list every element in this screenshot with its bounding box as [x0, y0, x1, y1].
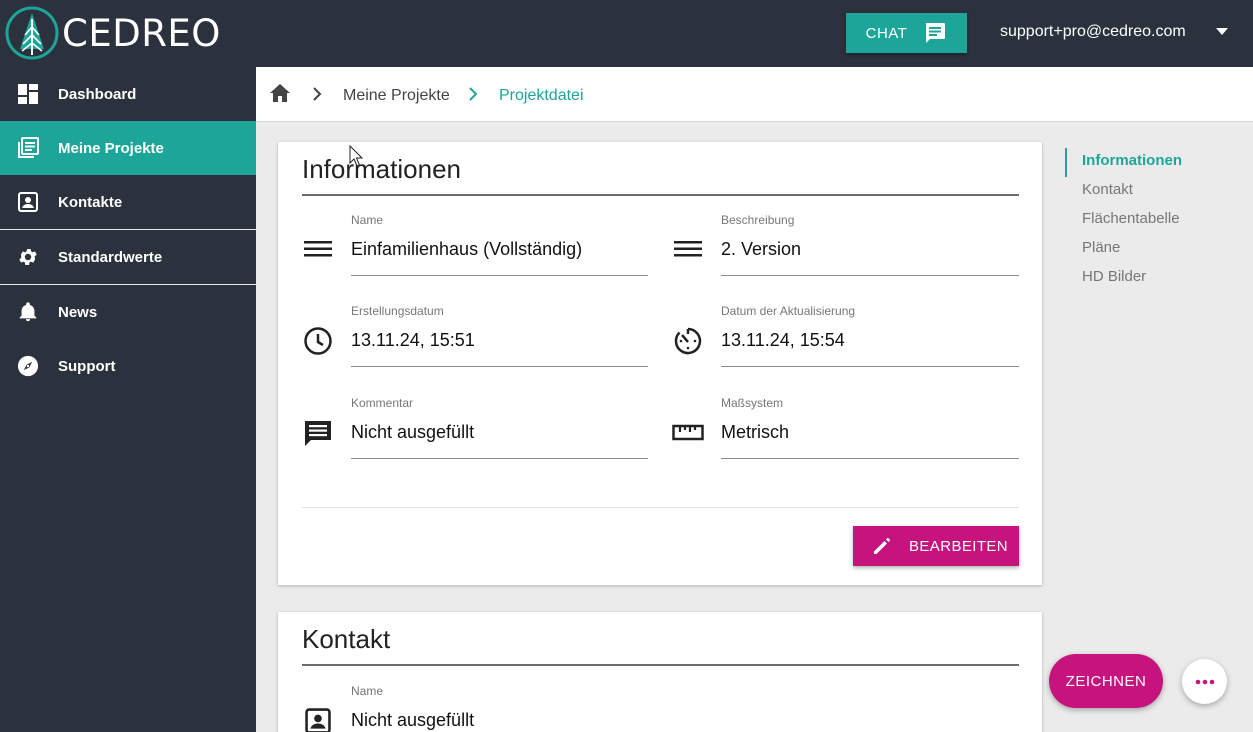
sidebar-item-label: Meine Projekte: [58, 139, 164, 157]
compass-icon: [17, 355, 39, 377]
section-nav-informationen[interactable]: Informationen: [1065, 148, 1182, 177]
field-underline: [351, 458, 648, 459]
field-label: Datum der Aktualisierung: [721, 304, 856, 318]
sidebar-item-label: Dashboard: [58, 85, 137, 103]
mouse-cursor-icon: [349, 145, 363, 167]
section-nav-flaechentabelle[interactable]: Flächentabelle: [1065, 206, 1182, 235]
field-underline: [721, 366, 1019, 367]
field-value: 13.11.24, 15:54: [721, 330, 845, 350]
field-label: Kommentar: [351, 396, 414, 410]
contact-card-title: Kontakt: [302, 624, 391, 654]
draw-button[interactable]: ZEICHNEN: [1049, 654, 1163, 708]
chat-icon: [926, 23, 946, 43]
title-divider: [302, 194, 1019, 196]
sidebar-item-label: Kontakte: [58, 193, 123, 211]
field-label: Name: [351, 213, 384, 227]
chevron-right-icon: [468, 86, 478, 107]
card-footer-divider: [302, 507, 1019, 508]
sidebar: Dashboard Meine Projekte Kontakte Standa…: [0, 67, 256, 732]
breadcrumb-link-projects[interactable]: Meine Projekte: [343, 87, 450, 105]
top-bar: CEDREO CHAT support+pro@cedreo.com: [0, 0, 1253, 67]
sidebar-item-support[interactable]: Support: [0, 339, 256, 393]
more-horizontal-icon: [1195, 679, 1214, 684]
field-underline: [721, 458, 1019, 459]
ruler-icon: [672, 417, 704, 449]
sidebar-item-kontakte[interactable]: Kontakte: [0, 175, 256, 229]
clock-icon: [302, 325, 334, 357]
field-erstellungsdatum: Erstellungsdatum 13.11.24, 15:51: [302, 304, 670, 384]
info-card-title: Informationen: [302, 154, 461, 184]
field-contact-name: Name Nicht ausgefüllt: [302, 684, 670, 732]
field-kommentar: Kommentar Nicht ausgefüllt: [302, 396, 670, 476]
field-label: Maßsystem: [721, 396, 784, 410]
chat-button-label: CHAT: [865, 24, 908, 42]
field-value: Metrisch: [721, 422, 790, 442]
chevron-right-icon: [312, 86, 322, 107]
contact-card-icon: [17, 191, 39, 213]
chat-button[interactable]: CHAT: [846, 13, 967, 53]
breadcrumb: Meine Projekte Projektdatei: [256, 67, 1253, 122]
field-masssystem: Maßsystem Metrisch: [672, 396, 1040, 476]
title-divider: [302, 664, 1019, 666]
sidebar-item-news[interactable]: News: [0, 285, 256, 339]
lines-icon: [672, 233, 704, 265]
section-nav-plaene[interactable]: Pläne: [1065, 235, 1182, 264]
timer-icon: [672, 325, 704, 357]
sidebar-item-label: Standardwerte: [58, 248, 163, 266]
field-value: Einfamilienhaus (Vollständig): [351, 239, 583, 259]
home-icon[interactable]: [269, 83, 291, 108]
gear-icon: [17, 246, 39, 268]
sidebar-item-standardwerte[interactable]: Standardwerte: [0, 230, 256, 284]
field-value: 13.11.24, 15:51: [351, 330, 475, 350]
field-value: 2. Version: [721, 239, 802, 259]
contact-card: Kontakt Name Nicht ausgefüllt: [278, 612, 1042, 732]
field-underline: [721, 275, 1019, 276]
sidebar-item-label: Support: [58, 357, 116, 375]
more-options-button[interactable]: [1182, 659, 1227, 704]
bell-icon: [17, 301, 39, 323]
field-beschreibung: Beschreibung 2. Version: [672, 213, 1040, 293]
section-nav-hd-bilder[interactable]: HD Bilder: [1065, 264, 1182, 293]
field-name: Name Einfamilienhaus (Vollständig): [302, 213, 670, 293]
field-underline: [351, 366, 648, 367]
account-dropdown-icon[interactable]: [1216, 28, 1228, 35]
tree-logo-icon: [5, 6, 59, 60]
projects-icon: [17, 137, 39, 159]
sidebar-item-dashboard[interactable]: Dashboard: [0, 67, 256, 121]
section-nav: Informationen Kontakt Flächentabelle Plä…: [1065, 148, 1182, 293]
field-value: Nicht ausgefüllt: [351, 710, 475, 730]
field-underline: [351, 275, 648, 276]
field-label: Erstellungsdatum: [351, 304, 444, 318]
pencil-icon: [872, 536, 892, 560]
edit-button[interactable]: BEARBEITEN: [853, 526, 1019, 566]
field-label: Beschreibung: [721, 213, 795, 227]
user-email[interactable]: support+pro@cedreo.com: [1000, 23, 1186, 41]
field-value: Nicht ausgefüllt: [351, 422, 475, 442]
brand-name: CEDREO: [62, 11, 221, 55]
sidebar-item-label: News: [58, 303, 98, 321]
cedreo-logo[interactable]: CEDREO: [4, 4, 221, 62]
dashboard-icon: [17, 83, 39, 105]
contact-card-icon: [302, 705, 334, 732]
info-card: Informationen Name Einfamilienhaus (Voll…: [278, 142, 1042, 585]
section-nav-kontakt[interactable]: Kontakt: [1065, 177, 1182, 206]
edit-button-label: BEARBEITEN: [909, 538, 1009, 555]
breadcrumb-current: Projektdatei: [499, 87, 584, 104]
field-label: Name: [351, 684, 384, 698]
sidebar-item-meine-projekte[interactable]: Meine Projekte: [0, 121, 256, 175]
comment-icon: [302, 417, 334, 449]
lines-icon: [302, 233, 334, 265]
field-aktualisierung: Datum der Aktualisierung 13.11.24, 15:54: [672, 304, 1040, 384]
